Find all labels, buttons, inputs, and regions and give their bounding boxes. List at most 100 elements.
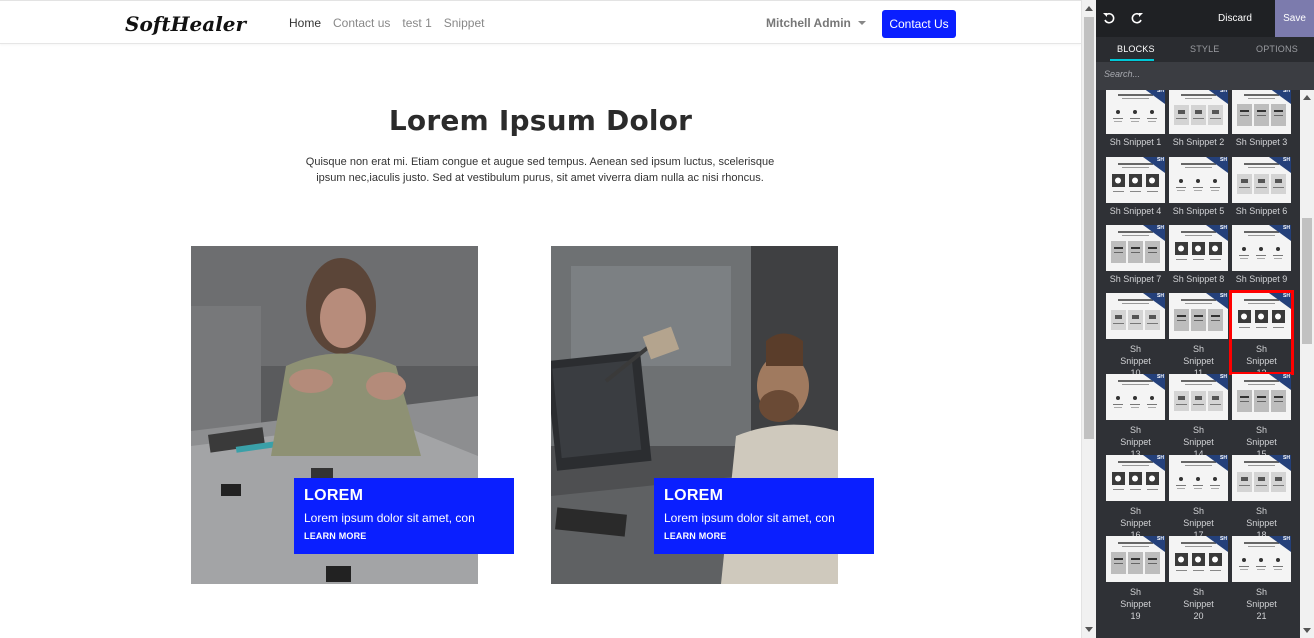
snippet-label: Sh Snippet 3 [1235, 137, 1288, 147]
snippet-block[interactable]: SH Sh Snippet 14 [1169, 374, 1228, 459]
sh-badge-label: SH [1283, 455, 1290, 461]
nav-contact-us[interactable]: Contact us [333, 15, 390, 31]
sh-badge-label: SH [1220, 293, 1227, 299]
snippet-thumbnail: SH [1106, 536, 1165, 582]
editor-tabs: BLOCKS STYLE OPTIONS [1096, 37, 1314, 62]
card-caption: LOREM Lorem ipsum dolor sit amet, con LE… [294, 478, 514, 554]
save-button[interactable]: Save [1275, 0, 1314, 37]
snippet-thumbnail: SH [1106, 293, 1165, 339]
scroll-down-arrow-icon[interactable] [1085, 627, 1093, 632]
snippet-block[interactable]: SH Sh Snippet 12 [1229, 290, 1294, 378]
card-text: Lorem ipsum dolor sit amet, con [304, 511, 475, 525]
snippet-thumbnail: SH [1232, 157, 1291, 203]
snippet-thumbnail: SH [1106, 157, 1165, 203]
snippet-block[interactable]: SH Sh Snippet 16 [1106, 455, 1165, 540]
snippet-thumbnail: SH [1169, 90, 1228, 134]
user-menu[interactable]: Mitchell Admin [766, 15, 866, 31]
snippet-label: Sh Snippet 2 [1172, 137, 1225, 147]
blocks-search-input[interactable]: Search... [1096, 62, 1314, 90]
snippet-block[interactable]: SH Sh Snippet 8 [1169, 225, 1228, 289]
tab-blocks[interactable]: BLOCKS [1117, 44, 1155, 55]
sh-badge-label: SH [1157, 225, 1164, 231]
undo-icon[interactable] [1102, 11, 1116, 25]
snippet-block[interactable]: SH Sh Snippet 17 [1169, 455, 1228, 540]
navbar: SoftHealer Home Contact us test 1 Snippe… [0, 0, 1081, 44]
scroll-thumb[interactable] [1084, 17, 1094, 439]
sh-badge-label: SH [1157, 536, 1164, 542]
snippet-label: Sh Snippet 9 [1235, 274, 1288, 284]
scroll-down-arrow-icon[interactable] [1303, 628, 1311, 633]
snippet-block[interactable]: SH Sh Snippet 5 [1169, 157, 1228, 221]
snippet-thumbnail: SH [1169, 374, 1228, 420]
snippet-block[interactable]: SH Sh Snippet 21 [1232, 536, 1291, 621]
snippet-thumbnail: SH [1232, 225, 1291, 271]
snippet-label: Sh Snippet 4 [1109, 206, 1162, 216]
scroll-up-arrow-icon[interactable] [1303, 95, 1311, 100]
sh-badge-label: SH [1283, 374, 1290, 380]
caret-down-icon [857, 21, 866, 25]
snippet-block[interactable]: SH Sh Snippet 15 [1232, 374, 1291, 459]
snippet-block[interactable]: SH Sh Snippet 9 [1232, 225, 1291, 289]
snippet-label: Sh Snippet 5 [1172, 206, 1225, 216]
tab-style[interactable]: STYLE [1190, 44, 1220, 55]
snippet-block[interactable]: SH Sh Snippet 1 [1106, 90, 1165, 152]
sh-badge-label: SH [1283, 90, 1290, 94]
snippet-block[interactable]: SH Sh Snippet 11 [1169, 293, 1228, 378]
nav-home[interactable]: Home [289, 15, 321, 31]
user-name: Mitchell Admin [766, 16, 851, 30]
learn-more-link[interactable]: LEARN MORE [304, 530, 504, 542]
hero-text: Quisque non erat mi. Etiam congue et aug… [305, 156, 775, 184]
sh-badge-label: SH [1220, 455, 1227, 461]
snippet-label: Sh Snippet 8 [1172, 274, 1225, 284]
card-title: LOREM [664, 487, 724, 504]
scroll-up-arrow-icon[interactable] [1085, 6, 1093, 11]
sh-badge-label: SH [1220, 90, 1227, 94]
active-tab-indicator [1110, 59, 1154, 61]
snippet-block[interactable]: SH Sh Snippet 18 [1232, 455, 1291, 540]
snippet-thumbnail: SH [1106, 455, 1165, 501]
sh-badge-label: SH [1220, 225, 1227, 231]
tab-options[interactable]: OPTIONS [1256, 44, 1298, 55]
panel-scrollbar[interactable] [1300, 90, 1314, 638]
snippet-thumbnail: SH [1232, 90, 1291, 134]
snippet-label: Sh Snippet 19 [1120, 587, 1151, 621]
snippet-block[interactable]: SH Sh Snippet 10 [1106, 293, 1165, 378]
card-text: Lorem ipsum dolor sit amet, con [664, 511, 835, 525]
snippet-block[interactable]: SH Sh Snippet 3 [1232, 90, 1291, 152]
snippet-block[interactable]: SH Sh Snippet 4 [1106, 157, 1165, 221]
contact-us-button[interactable]: Contact Us [882, 10, 956, 38]
snippet-block[interactable]: SH Sh Snippet 13 [1106, 374, 1165, 459]
editor-panel: Discard Save BLOCKS STYLE OPTIONS Search… [1096, 0, 1314, 638]
sh-badge-label: SH [1283, 157, 1290, 163]
snippet-block[interactable]: SH Sh Snippet 2 [1169, 90, 1228, 152]
snippet-block[interactable]: SH Sh Snippet 6 [1232, 157, 1291, 221]
sh-badge-label: SH [1157, 293, 1164, 299]
sh-badge-label: SH [1220, 157, 1227, 163]
nav-snippet[interactable]: Snippet [444, 15, 485, 31]
card-title: LOREM [304, 487, 364, 504]
sh-badge-label: SH [1220, 374, 1227, 380]
sh-badge-label: SH [1283, 225, 1290, 231]
snippet-label: Sh Snippet 21 [1246, 587, 1277, 621]
snippet-block[interactable]: SH Sh Snippet 20 [1169, 536, 1228, 621]
nav-test-1[interactable]: test 1 [402, 15, 431, 31]
sh-badge-label: SH [1157, 374, 1164, 380]
snippet-thumbnail: SH [1232, 536, 1291, 582]
snippet-thumbnail: SH [1232, 374, 1291, 420]
redo-icon[interactable] [1130, 11, 1144, 25]
sh-badge-label: SH [1157, 90, 1164, 94]
softhealer-logo[interactable]: SoftHealer [124, 10, 266, 36]
snippet-label: Sh Snippet 6 [1235, 206, 1288, 216]
snippet-thumbnail: SH [1106, 374, 1165, 420]
snippet-thumbnail: SH [1232, 455, 1291, 501]
blocks-grid: SH Sh Snippet 1 SH Sh Snippet 2 SH Sh Snippet… [1096, 90, 1300, 638]
page-scrollbar[interactable] [1081, 0, 1096, 638]
learn-more-link[interactable]: LEARN MORE [664, 530, 864, 542]
snippet-thumbnail: SH [1169, 293, 1228, 339]
sh-badge-label: SH [1157, 455, 1164, 461]
discard-button[interactable]: Discard [1218, 12, 1252, 25]
snippet-block[interactable]: SH Sh Snippet 19 [1106, 536, 1165, 621]
snippet-block[interactable]: SH Sh Snippet 7 [1106, 225, 1165, 289]
scroll-thumb[interactable] [1302, 218, 1312, 344]
snippet-thumbnail: SH [1169, 225, 1228, 271]
